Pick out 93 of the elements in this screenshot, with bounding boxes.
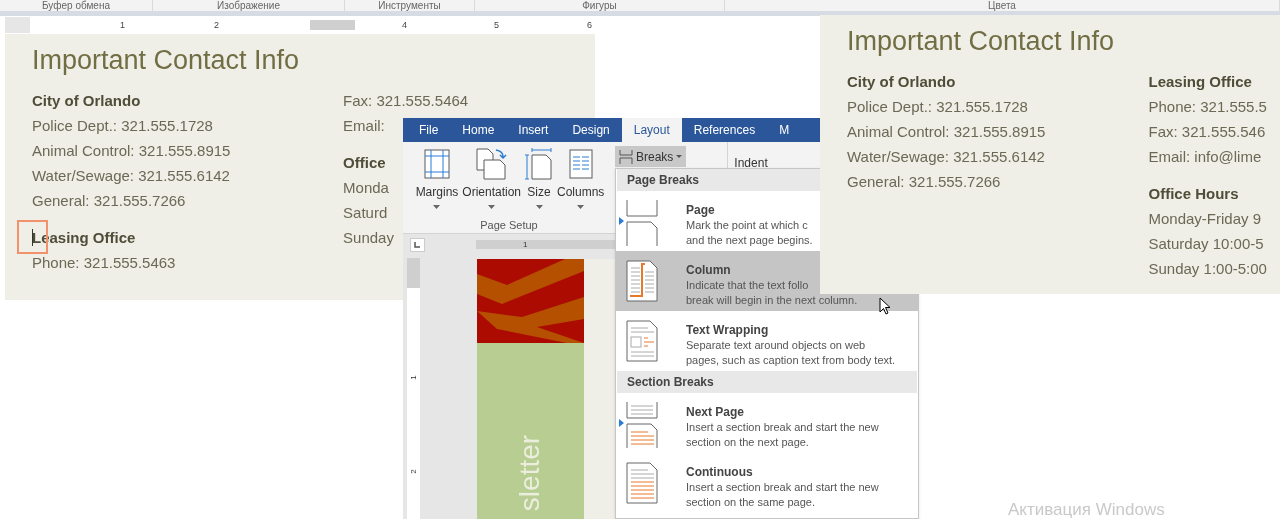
contact-line: Email: <box>343 116 385 136</box>
tab-selector-icon <box>410 238 425 252</box>
page-break-icon <box>619 149 633 164</box>
ribbon-group-label: Буфер обмена <box>42 0 110 11</box>
menu-item-title: Text Wrapping <box>686 322 769 338</box>
contact-line: Sunday 1:00-5:00 <box>1148 259 1267 279</box>
contact-line: Police Dept.: 321.555.1728 <box>32 116 213 136</box>
indent-label: Indent <box>734 156 768 170</box>
contact-line: Police Dept.: 321.555.1728 <box>847 97 1028 117</box>
menu-item-description: Mark the point at which c <box>686 218 808 233</box>
section-heading: City of Orlando <box>847 73 956 90</box>
ribbon-tab[interactable]: Home <box>450 118 507 142</box>
contact-line: Phone: 321.555.5 <box>1148 97 1267 117</box>
contact-line: Saturd <box>343 203 388 223</box>
caret-icon <box>535 205 543 209</box>
menu-item[interactable]: Next Page Insert a section break and start the new section on the next page. <box>616 393 879 453</box>
contact-line: Sunday <box>343 228 394 248</box>
ribbon-button[interactable]: Margins <box>413 147 461 213</box>
ruler-number: 2 <box>214 19 219 32</box>
ribbon-tab[interactable]: References <box>681 118 768 142</box>
contact-line: Phone: 321.555.5463 <box>32 253 176 273</box>
section-heading: City of Orlando <box>32 92 141 109</box>
contact-line: Animal Control: 321.555.8915 <box>32 141 231 161</box>
columns-icon <box>568 149 593 179</box>
ribbon-tab[interactable]: Insert <box>506 118 561 142</box>
menu-item[interactable]: Continuous Insert a section break and start the new section on the same page. <box>616 453 879 513</box>
column-break-icon <box>626 260 658 302</box>
margins-icon <box>423 149 450 179</box>
menu-item-description: Insert a section break and start the new <box>686 420 879 435</box>
contact-line: Water/Sewage: 321.555.6142 <box>847 147 1045 167</box>
menu-item[interactable]: Text Wrapping Separate text around objects on web pages, such as caption text from body text. <box>616 311 896 371</box>
menu-item-description: break will begin in the next column. <box>686 293 858 308</box>
ribbon-button[interactable]: Orientation <box>460 147 523 213</box>
menu-item-title: Column <box>686 262 731 278</box>
section-heading: Office Hours <box>1148 185 1239 202</box>
menu-section-header: Section Breaks <box>617 371 917 393</box>
document-title: Important Contact Info <box>32 44 300 77</box>
ribbon-tab[interactable]: Design <box>560 118 622 142</box>
ribbon-tab[interactable]: M <box>767 118 790 142</box>
contact-line: Fax: 321.555.5464 <box>343 91 469 111</box>
section-heading: Leasing Office <box>1148 73 1252 90</box>
next-page-break-icon <box>626 402 658 448</box>
caret-icon <box>433 205 441 209</box>
caret-icon <box>577 205 585 209</box>
menu-item-title: Page <box>686 202 715 218</box>
ribbon-tab[interactable]: Layout <box>621 118 682 142</box>
menu-item-description: Insert a section break and start the new <box>686 480 879 495</box>
ribbon-group-label: Изображение <box>217 0 280 11</box>
menu-item-description: section on the next page. <box>686 435 809 450</box>
menu-item-description: Indicate that the text follo <box>686 278 809 293</box>
group-label: Page Setup <box>480 218 538 232</box>
contact-line: Water/Sewage: 321.555.6142 <box>32 166 230 186</box>
contact-line: General: 321.555.7266 <box>32 191 186 211</box>
menu-item-title: Continuous <box>686 464 753 480</box>
ruler-number: 1 <box>120 19 125 32</box>
page-title: sletter <box>514 434 547 512</box>
page-break-icon <box>626 200 658 246</box>
ruler-number: 4 <box>402 19 407 32</box>
mouse-pointer-icon <box>879 297 891 315</box>
page-size-icon <box>525 148 553 180</box>
ruler-number: 2 <box>409 469 418 474</box>
ribbon-tab[interactable]: File <box>407 118 451 142</box>
section-heading: Office <box>343 154 386 171</box>
continuous-break-icon <box>626 462 658 504</box>
ruler-number: 1 <box>523 240 528 249</box>
caret-icon <box>676 155 683 158</box>
menu-item-description: section on the same page. <box>686 495 816 510</box>
menu-item-description: pages, such as caption text from body text. <box>686 353 896 368</box>
ribbon-group-label: Цвета <box>988 0 1016 11</box>
contact-line: Fax: 321.555.546 <box>1148 122 1266 142</box>
contact-line: Saturday 10:00-5 <box>1148 234 1264 254</box>
caret-icon <box>488 205 496 209</box>
orientation-icon <box>475 148 508 180</box>
contact-line: Monda <box>343 178 389 198</box>
ribbon-group-label: Инструменты <box>378 0 441 11</box>
ribbon-button[interactable]: Columns <box>555 147 607 213</box>
ruler-number: 5 <box>494 19 499 32</box>
text-wrapping-icon <box>626 320 658 362</box>
contact-line: Animal Control: 321.555.8915 <box>847 122 1046 142</box>
breaks-button[interactable]: Breaks <box>615 146 687 167</box>
menu-item[interactable]: Page Mark the point at which c and the next page begins. <box>616 191 813 251</box>
menu-item-description: Separate text around objects on web <box>686 338 866 353</box>
menu-item-title: Next Page <box>686 404 745 420</box>
ruler-indent-marker[interactable] <box>310 20 355 30</box>
ruler-number: 6 <box>587 19 592 32</box>
ribbon-button[interactable]: Size <box>523 147 555 213</box>
contact-line: Email: info@lime <box>1148 147 1262 167</box>
ruler-margin-band <box>407 258 420 288</box>
document-title: Important Contact Info <box>847 25 1115 58</box>
ribbon-group-label: Фигуры <box>582 0 617 11</box>
ruler-number: 1 <box>409 375 418 380</box>
contact-line: Monday-Friday 9 <box>1148 209 1262 229</box>
menu-item-description: and the next page begins. <box>686 233 813 248</box>
